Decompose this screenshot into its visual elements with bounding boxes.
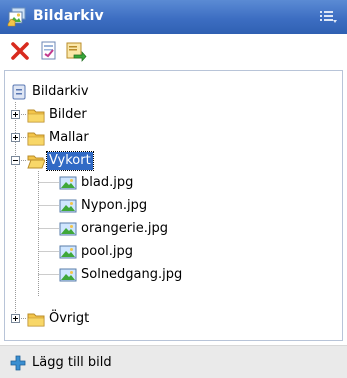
tree-file[interactable]: Solnedgang.jpg <box>59 264 229 286</box>
panel-title: Bildarkiv <box>33 8 104 24</box>
tree-folder-bilder[interactable]: Bilder <box>27 104 127 126</box>
folder-label-selected: Vykort <box>46 151 94 171</box>
folder-icon <box>27 313 45 327</box>
image-file-icon <box>59 176 77 190</box>
file-label: orangerie.jpg <box>81 221 168 236</box>
edit-document-icon[interactable] <box>37 39 61 63</box>
image-file-icon <box>59 245 77 259</box>
tree-root[interactable]: Bildarkiv <box>10 81 130 103</box>
folder-label: Övrigt <box>49 311 90 326</box>
image-tree: Bildarkiv Bilder Mallar Vykort blad.jpg … <box>4 70 343 341</box>
panel-header: Bildarkiv <box>0 0 347 34</box>
tree-file[interactable]: pool.jpg <box>59 241 209 263</box>
toolbar <box>0 34 347 69</box>
file-label: Solnedgang.jpg <box>81 267 183 282</box>
plus-icon <box>10 355 26 371</box>
tree-file[interactable]: orangerie.jpg <box>59 218 209 240</box>
archive-icon <box>12 84 26 100</box>
folder-icon <box>27 109 45 123</box>
red-x-delete-icon[interactable] <box>8 39 32 63</box>
expand-plus-icon[interactable] <box>11 110 20 119</box>
file-label: Nypon.jpg <box>81 198 148 213</box>
tree-file[interactable]: Nypon.jpg <box>59 195 209 217</box>
image-gallery-icon <box>7 7 26 27</box>
tree-root-label: Bildarkiv <box>32 84 89 99</box>
expand-plus-icon[interactable] <box>11 133 20 142</box>
tree-folder-vykort[interactable]: Vykort <box>27 150 127 172</box>
tree-folder-ovrigt[interactable]: Övrigt <box>27 308 127 330</box>
export-arrow-icon[interactable] <box>63 39 87 63</box>
file-label: blad.jpg <box>81 175 134 190</box>
image-file-icon <box>59 199 77 213</box>
folder-label: Mallar <box>49 130 89 145</box>
image-file-icon <box>59 222 77 236</box>
add-image-label: Lägg till bild <box>32 355 112 370</box>
image-archive-panel: Bildarkiv Bildarkiv Bilder Mallar Vykort… <box>0 0 347 378</box>
panel-footer: Lägg till bild <box>0 345 347 378</box>
folder-icon <box>27 132 45 146</box>
collapse-minus-icon[interactable] <box>11 156 20 165</box>
folder-label: Bilder <box>49 107 87 122</box>
options-list-icon[interactable] <box>320 10 338 24</box>
image-file-icon <box>59 268 77 282</box>
expand-plus-icon[interactable] <box>11 314 20 323</box>
file-label: pool.jpg <box>81 244 134 259</box>
tree-folder-mallar[interactable]: Mallar <box>27 127 127 149</box>
folder-open-icon <box>27 155 45 169</box>
tree-file[interactable]: blad.jpg <box>59 172 209 194</box>
